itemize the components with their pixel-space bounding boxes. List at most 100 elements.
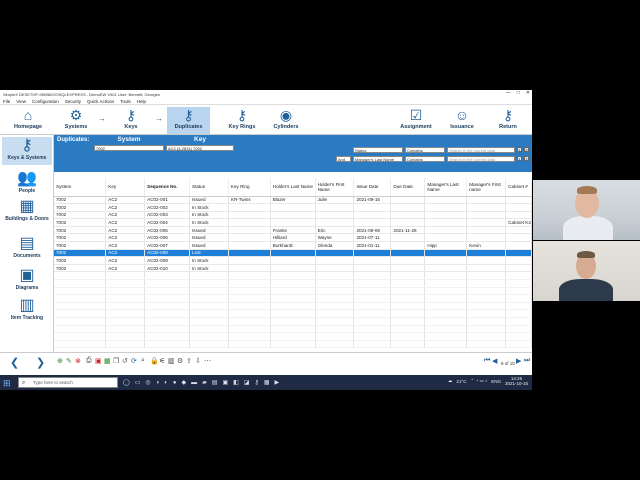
task-view-icon[interactable]: ◯ [123, 379, 130, 386]
simplex-taskbar-icon[interactable]: ⚷ [254, 379, 258, 386]
chrome-icon[interactable]: ◎ [145, 379, 150, 386]
table-row[interactable]: 7002 AC2 AC02-007 Issued Burkhardt Glenda 2021… [54, 241, 532, 250]
toolbar-assignment-button[interactable]: ☑ Assignment [396, 107, 436, 131]
lock-icon[interactable]: 🔒 [150, 357, 159, 365]
table-row[interactable]: 7002 AC2 AC02-005 Issued Franke Eric 2021-09-0… [54, 226, 532, 235]
export-icon[interactable]: ⇪ [186, 357, 192, 365]
column-header[interactable]: Cabinet # [505, 178, 532, 197]
prev-page-icon[interactable]: ◀ [492, 357, 497, 365]
nav-forward-icon[interactable]: ❯ [36, 356, 45, 369]
column-header[interactable]: Status [189, 178, 229, 197]
table-row[interactable]: 7002 AC2 AC02-006 Issued Hilliard Wayne 2021-0… [54, 233, 532, 243]
filter2-conjunction-select[interactable]: And [336, 156, 351, 162]
table-row[interactable]: 7002 AC2 AC02-010 In Stock [54, 264, 532, 273]
next-page-icon[interactable]: ▶ [516, 357, 521, 365]
file-explorer-icon[interactable]: ▰ [202, 379, 207, 386]
add-icon[interactable]: ⊕ [57, 357, 63, 365]
import-icon[interactable]: ⇩ [195, 357, 201, 365]
edge-icon[interactable]: ◑ [156, 380, 160, 386]
app-icon[interactable]: ◧ [233, 379, 239, 386]
system-select[interactable]: 7002 [94, 145, 164, 151]
table-row[interactable]: 7002 AC2 AC02-002 In Stock [54, 203, 532, 212]
settings-icon[interactable]: ⚙ [177, 357, 183, 365]
sidebar-item-keys-systems[interactable]: ⚷ Keys & Systems [2, 137, 52, 165]
search-icon[interactable]: ⌕ [141, 357, 145, 365]
column-header[interactable]: System [54, 178, 107, 197]
table-row[interactable]: 7002 AC2 AC02-009 In Stock [54, 256, 532, 265]
menu-file[interactable]: File [3, 99, 10, 104]
toolbar-return-button[interactable]: ⚷ Return [488, 107, 528, 131]
app-icon[interactable]: ▬ [191, 380, 197, 386]
app-icon[interactable]: ▦ [264, 379, 270, 386]
multitask-icon[interactable]: ▭ [135, 379, 141, 386]
sidebar-item-buildings-doors[interactable]: ▦ Buildings & Doors [2, 198, 52, 222]
sidebar-item-diagrams[interactable]: ▣ Diagrams [2, 267, 52, 291]
filter2-search-input[interactable]: Search in the current data [447, 156, 515, 162]
filter1-search-input[interactable]: Search in the current data [447, 147, 515, 153]
sidebar-item-item-tracking[interactable]: ▥ Item Tracking [2, 297, 52, 321]
key-select[interactable]: AC2 (4-2831) 7002 [166, 145, 234, 151]
column-header[interactable]: Key [105, 178, 146, 197]
app-icon[interactable]: ▣ [222, 379, 228, 386]
toolbar-homepage-button[interactable]: ⌂ Homepage [8, 107, 48, 130]
table-row[interactable]: 7002 AC2 AC02-008 Lost [54, 249, 532, 258]
delete-icon[interactable]: ⊗ [75, 357, 81, 365]
edit-icon[interactable]: ✎ [66, 357, 72, 365]
maximize-button[interactable]: □ [517, 90, 520, 96]
columns-icon[interactable]: ▥ [168, 357, 175, 365]
menu-configuration[interactable]: Configuration [32, 99, 59, 104]
column-header[interactable]: Holder's Last Name [270, 178, 316, 197]
menu-tools[interactable]: Tools [120, 99, 131, 104]
column-header[interactable]: Sequence No. [144, 178, 190, 197]
column-header[interactable]: Due Date [390, 178, 426, 197]
table-row[interactable]: 7002 AC2 AC02-003 In Stock [54, 211, 532, 220]
app-icon[interactable]: ◐ [164, 380, 168, 386]
sidebar-item-documents[interactable]: ▤ Documents [2, 235, 52, 259]
column-header[interactable]: Key Ring [228, 178, 271, 197]
sidebar-item-people[interactable]: 👥 People [2, 170, 52, 194]
filter1-operator-select[interactable]: Contains [405, 147, 445, 153]
column-header[interactable]: Issue Date [353, 178, 392, 197]
table-row[interactable]: 7002 AC2 AC02-001 Issued KR-Twins Blazer Julie… [54, 196, 532, 205]
menu-quick-actions[interactable]: Quick Actions [87, 99, 114, 104]
app-icon[interactable]: ▤ [212, 379, 218, 386]
filter2-operator-select[interactable]: Contains [405, 156, 445, 162]
menu-view[interactable]: View [16, 99, 26, 104]
toolbar-cylinders-button[interactable]: ◉ Cylinders [266, 107, 306, 131]
more-icon[interactable]: ⋯ [204, 357, 211, 365]
filter-icon[interactable]: ⚟ [159, 357, 165, 365]
nav-back-icon[interactable]: ❮ [10, 356, 19, 369]
excel-icon[interactable]: ▦ [104, 357, 111, 365]
filter2-field-select[interactable]: Manager's Last Name [353, 156, 403, 162]
app-icon[interactable]: ◪ [244, 379, 250, 386]
toolbar-keys-button[interactable]: ⚷ Keys [111, 107, 151, 131]
minimize-button[interactable]: — [506, 90, 511, 96]
first-page-icon[interactable]: ⏮ [484, 357, 490, 365]
copy-icon[interactable]: ❐ [113, 357, 119, 365]
refresh-icon[interactable]: ⟳ [131, 357, 137, 365]
pdf-icon[interactable]: ▣ [95, 357, 102, 365]
filter2-apply-button[interactable]: • [517, 156, 522, 161]
firefox-icon[interactable]: ● [173, 380, 177, 386]
filter1-remove-button[interactable]: × [524, 147, 529, 152]
print-icon[interactable]: ⎙ [86, 357, 92, 365]
column-header[interactable]: Holder's First Name [315, 178, 355, 197]
toolbar-duplicates-button[interactable]: ⚷ Duplicates [167, 107, 210, 134]
filter1-field-select[interactable]: Status [353, 147, 403, 153]
close-button[interactable]: ✕ [526, 90, 530, 96]
last-page-icon[interactable]: ⏭ [524, 357, 530, 365]
history-icon[interactable]: ↺ [122, 357, 128, 365]
tray-icons[interactable]: ⌃ ◔ ▭ ♪ [470, 378, 487, 384]
clock[interactable]: 14:26 2021-10-15 [505, 376, 528, 386]
windows-start-icon[interactable]: ⊞ [3, 378, 13, 388]
menu-help[interactable]: Help [137, 99, 146, 104]
menu-security[interactable]: Security [65, 99, 81, 104]
app-icon[interactable]: ◆ [182, 379, 187, 386]
toolbar-key-rings-button[interactable]: ⚷ Key Rings [222, 107, 262, 131]
toolbar-issuance-button[interactable]: ☺ Issuance [442, 107, 482, 130]
toolbar-systems-button[interactable]: ⚙ Systems [56, 107, 96, 131]
column-header[interactable]: Manager's First name [466, 178, 507, 197]
filter2-remove-button[interactable]: × [524, 156, 529, 161]
column-header[interactable]: Manager's Last Name [424, 178, 468, 197]
language-indicator[interactable]: ENG [491, 379, 501, 384]
